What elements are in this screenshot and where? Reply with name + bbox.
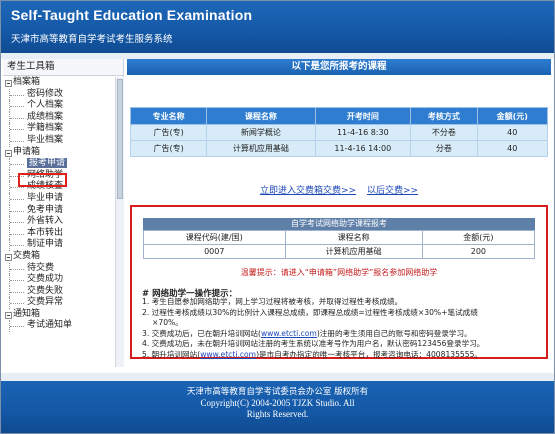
col-amount: 金额(元) [476, 107, 548, 125]
col-course-name: 课程名称 [284, 230, 423, 245]
col-fee: 金额(元) [421, 230, 536, 245]
sidebar-item-graduation-archive[interactable]: 毕业档案 [3, 134, 113, 147]
sidebar-item-payment-failed[interactable]: 交费失败 [3, 285, 113, 298]
sidebar-item-exam-notice[interactable]: 考试通知单 [3, 320, 113, 332]
pay-now-link[interactable]: 立即进入交费箱交费>> [260, 186, 356, 196]
tutoring-course-table: 课程代码(建/国) 课程名称 金额(元) 0007 计算机应用基础 200 [143, 230, 536, 259]
table-header-row: 课程代码(建/国) 课程名称 金额(元) [143, 230, 536, 245]
cell-major: 广告(专) [129, 124, 208, 141]
cell-fee: 200 [421, 244, 536, 259]
payment-links: 立即进入交费箱交费>> 以后交费>> [127, 183, 551, 196]
main-content: 以下是您所报考的课程 专业名称 课程名称 开考时间 考核方式 金额(元) 广告(… [127, 59, 551, 367]
app-window: Self-Taught Education Examination 天津市高等教… [0, 0, 555, 434]
sidebar-item-certificate-application[interactable]: 制证申请 [3, 239, 113, 251]
footer-copyright-en: Copyright(C) 2004-2005 TJZK Studio. All [200, 398, 355, 408]
etcti-link[interactable]: www.etcti.com [200, 350, 256, 359]
guide-list: 1. 考生自愿参加网络助学，网上学习过程将被考核，并取得过程性考核成绩。 2. … [142, 297, 542, 360]
table-row: 0007 计算机应用基础 200 [143, 244, 536, 259]
col-course: 课程名称 [206, 107, 316, 125]
cell-time: 11-4-16 8:30 [314, 124, 412, 141]
cell-method: 不分卷 [410, 124, 478, 141]
col-method: 考核方式 [410, 107, 478, 125]
group-archive[interactable]: 档案箱 [3, 77, 113, 89]
sidebar-item-change-password[interactable]: 密码修改 [3, 88, 113, 101]
cell-course: 新闻学概论 [206, 124, 316, 141]
sidebar-item-payment-success[interactable]: 交费成功 [3, 274, 113, 286]
guide-item: ×70%。 [152, 318, 183, 327]
guide-item: 3. 交费成功后，已在朝升培训网站(www.etcti.com)注册的考生须用自… [142, 328, 472, 338]
guide-item: 1. 考生自愿参加网络助学，网上学习过程将被考核，并取得过程性考核成绩。 [142, 297, 403, 306]
sidebar-item-status-archive[interactable]: 学籍档案 [3, 123, 113, 135]
col-time: 开考时间 [314, 107, 412, 125]
cell-course-code: 0007 [143, 244, 286, 259]
page-footer: 天津市高等教育自学考试委员会办公室 版权所有 Copyright(C) 2004… [1, 381, 554, 433]
cell-amount: 40 [476, 124, 548, 141]
sidebar-item-pending-payment[interactable]: 待交费 [3, 262, 113, 275]
sidebar-item-exemption-application[interactable]: 免考申请 [3, 204, 113, 217]
pay-later-link[interactable]: 以后交费>> [367, 186, 418, 196]
registered-courses-table: 专业名称 课程名称 开考时间 考核方式 金额(元) 广告(专) 新闻学概论 11… [129, 107, 548, 157]
guide-item: 5. 朝升培训网站(www.etcti.com)是市自考办指定的唯一考核平台，报… [142, 349, 483, 359]
cell-course-name: 计算机应用基础 [284, 244, 423, 259]
page-header: Self-Taught Education Examination 天津市高等教… [1, 1, 554, 53]
footer-divider [1, 373, 554, 381]
cell-amount: 40 [476, 140, 548, 157]
group-notification[interactable]: 通知箱 [3, 309, 113, 321]
site-subtitle: 天津市高等教育自学考试考生服务系统 [11, 34, 173, 45]
warning-tip: 温馨提示：请进入“申请箱”网络助学”报名参加网络助学 [240, 268, 438, 277]
sidebar-item-transfer-in[interactable]: 外省转入 [3, 216, 113, 228]
col-course-code: 课程代码(建/国) [143, 230, 286, 245]
table-header-row: 专业名称 课程名称 开考时间 考核方式 金额(元) [129, 107, 548, 125]
group-payment[interactable]: 交费箱 [3, 251, 113, 263]
sidebar-title: 考生工具箱 [3, 59, 123, 76]
online-tutoring-notice: 自学考试网络助学课程报考 课程代码(建/国) 课程名称 金额(元) 0007 计… [130, 205, 548, 359]
col-major: 专业名称 [129, 107, 208, 125]
page-title: 以下是您所报考的课程 [127, 59, 551, 75]
sidebar-item-graduation-application[interactable]: 毕业申请 [3, 192, 113, 205]
notice-title: 自学考试网络助学课程报考 [143, 218, 535, 230]
site-title: Self-Taught Education Examination [11, 7, 253, 23]
sidebar-item-exam-registration[interactable]: 报考申请 [3, 158, 113, 170]
cell-time: 11-4-16 14:00 [314, 140, 412, 157]
scrollbar-thumb[interactable] [117, 79, 123, 199]
cell-method: 分卷 [410, 140, 478, 157]
table-row: 广告(专) 计算机应用基础 11-4-16 14:00 分卷 40 [129, 140, 548, 157]
sidebar-item-personal-archive[interactable]: 个人档案 [3, 100, 113, 112]
sidebar: 考生工具箱 档案箱 密码修改 个人档案 成绩档案 学籍档案 毕业档案 申请箱 报… [3, 59, 124, 367]
guide-item: 4. 交费成功后，未在朝升培训网站注册的考生系统以准考号作为用户名，默认密码12… [142, 339, 485, 348]
sidebar-item-score-archive[interactable]: 成绩档案 [3, 111, 113, 124]
cell-course: 计算机应用基础 [206, 140, 316, 157]
selection-highlight-box [18, 173, 67, 187]
sidebar-item-transfer-out[interactable]: 本市转出 [3, 227, 113, 240]
sidebar-tree: 档案箱 密码修改 个人档案 成绩档案 学籍档案 毕业档案 申请箱 报考申请 网络… [3, 77, 113, 332]
footer-copyright-cn: 天津市高等教育自学考试委员会办公室 版权所有 [186, 387, 369, 397]
footer-rights: Rights Reserved. [246, 409, 309, 419]
etcti-link[interactable]: www.etcti.com [261, 329, 317, 338]
cell-major: 广告(专) [129, 140, 208, 157]
table-row: 广告(专) 新闻学概论 11-4-16 8:30 不分卷 40 [129, 124, 548, 141]
sidebar-item-payment-exception[interactable]: 交费异常 [3, 297, 113, 309]
group-application[interactable]: 申请箱 [3, 147, 113, 159]
guide-item: 2. 过程性考核成绩以30%的比例计入课程总成绩，即课程总成绩=过程性考核成绩×… [142, 307, 478, 317]
sidebar-scrollbar[interactable] [115, 77, 124, 367]
